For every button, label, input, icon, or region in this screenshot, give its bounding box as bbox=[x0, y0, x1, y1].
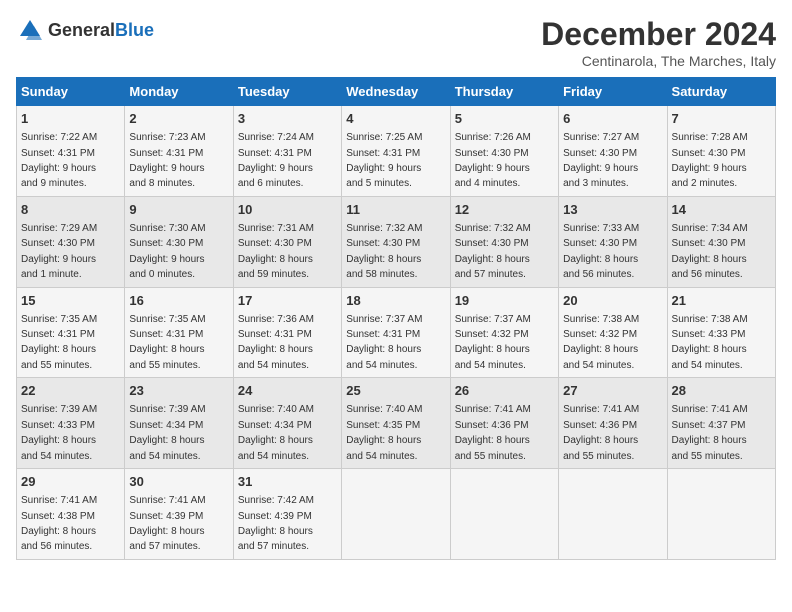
table-cell bbox=[559, 469, 667, 560]
table-cell: 7Sunrise: 7:28 AMSunset: 4:30 PMDaylight… bbox=[667, 106, 775, 197]
table-row: 29Sunrise: 7:41 AMSunset: 4:38 PMDayligh… bbox=[17, 469, 776, 560]
table-cell: 10Sunrise: 7:31 AMSunset: 4:30 PMDayligh… bbox=[233, 196, 341, 287]
table-cell: 9Sunrise: 7:30 AMSunset: 4:30 PMDaylight… bbox=[125, 196, 233, 287]
table-cell: 6Sunrise: 7:27 AMSunset: 4:30 PMDaylight… bbox=[559, 106, 667, 197]
table-cell: 17Sunrise: 7:36 AMSunset: 4:31 PMDayligh… bbox=[233, 287, 341, 378]
table-cell: 20Sunrise: 7:38 AMSunset: 4:32 PMDayligh… bbox=[559, 287, 667, 378]
table-cell: 3Sunrise: 7:24 AMSunset: 4:31 PMDaylight… bbox=[233, 106, 341, 197]
table-cell: 15Sunrise: 7:35 AMSunset: 4:31 PMDayligh… bbox=[17, 287, 125, 378]
table-cell: 18Sunrise: 7:37 AMSunset: 4:31 PMDayligh… bbox=[342, 287, 450, 378]
table-cell: 27Sunrise: 7:41 AMSunset: 4:36 PMDayligh… bbox=[559, 378, 667, 469]
table-row: 1Sunrise: 7:22 AMSunset: 4:31 PMDaylight… bbox=[17, 106, 776, 197]
logo-text-blue: Blue bbox=[115, 20, 154, 40]
table-cell: 31Sunrise: 7:42 AMSunset: 4:39 PMDayligh… bbox=[233, 469, 341, 560]
table-cell: 25Sunrise: 7:40 AMSunset: 4:35 PMDayligh… bbox=[342, 378, 450, 469]
table-cell: 21Sunrise: 7:38 AMSunset: 4:33 PMDayligh… bbox=[667, 287, 775, 378]
table-cell: 23Sunrise: 7:39 AMSunset: 4:34 PMDayligh… bbox=[125, 378, 233, 469]
logo-text-general: General bbox=[48, 20, 115, 40]
table-cell: 1Sunrise: 7:22 AMSunset: 4:31 PMDaylight… bbox=[17, 106, 125, 197]
table-cell: 24Sunrise: 7:40 AMSunset: 4:34 PMDayligh… bbox=[233, 378, 341, 469]
table-cell: 29Sunrise: 7:41 AMSunset: 4:38 PMDayligh… bbox=[17, 469, 125, 560]
page-header: GeneralBlue December 2024 Centinarola, T… bbox=[16, 16, 776, 69]
table-row: 8Sunrise: 7:29 AMSunset: 4:30 PMDaylight… bbox=[17, 196, 776, 287]
header-row: Sunday Monday Tuesday Wednesday Thursday… bbox=[17, 78, 776, 106]
table-row: 22Sunrise: 7:39 AMSunset: 4:33 PMDayligh… bbox=[17, 378, 776, 469]
table-cell: 22Sunrise: 7:39 AMSunset: 4:33 PMDayligh… bbox=[17, 378, 125, 469]
table-cell: 12Sunrise: 7:32 AMSunset: 4:30 PMDayligh… bbox=[450, 196, 558, 287]
col-tuesday: Tuesday bbox=[233, 78, 341, 106]
main-title: December 2024 bbox=[541, 16, 776, 53]
table-cell bbox=[667, 469, 775, 560]
table-cell: 2Sunrise: 7:23 AMSunset: 4:31 PMDaylight… bbox=[125, 106, 233, 197]
col-sunday: Sunday bbox=[17, 78, 125, 106]
table-cell: 30Sunrise: 7:41 AMSunset: 4:39 PMDayligh… bbox=[125, 469, 233, 560]
logo: GeneralBlue bbox=[16, 16, 154, 44]
table-cell: 28Sunrise: 7:41 AMSunset: 4:37 PMDayligh… bbox=[667, 378, 775, 469]
table-cell: 4Sunrise: 7:25 AMSunset: 4:31 PMDaylight… bbox=[342, 106, 450, 197]
logo-icon bbox=[16, 16, 44, 44]
col-wednesday: Wednesday bbox=[342, 78, 450, 106]
table-row: 15Sunrise: 7:35 AMSunset: 4:31 PMDayligh… bbox=[17, 287, 776, 378]
table-cell: 11Sunrise: 7:32 AMSunset: 4:30 PMDayligh… bbox=[342, 196, 450, 287]
calendar-table: Sunday Monday Tuesday Wednesday Thursday… bbox=[16, 77, 776, 560]
table-cell bbox=[342, 469, 450, 560]
table-cell: 19Sunrise: 7:37 AMSunset: 4:32 PMDayligh… bbox=[450, 287, 558, 378]
table-cell: 5Sunrise: 7:26 AMSunset: 4:30 PMDaylight… bbox=[450, 106, 558, 197]
subtitle: Centinarola, The Marches, Italy bbox=[541, 53, 776, 69]
col-saturday: Saturday bbox=[667, 78, 775, 106]
col-friday: Friday bbox=[559, 78, 667, 106]
table-cell bbox=[450, 469, 558, 560]
table-cell: 8Sunrise: 7:29 AMSunset: 4:30 PMDaylight… bbox=[17, 196, 125, 287]
table-cell: 26Sunrise: 7:41 AMSunset: 4:36 PMDayligh… bbox=[450, 378, 558, 469]
table-cell: 14Sunrise: 7:34 AMSunset: 4:30 PMDayligh… bbox=[667, 196, 775, 287]
col-monday: Monday bbox=[125, 78, 233, 106]
title-area: December 2024 Centinarola, The Marches, … bbox=[541, 16, 776, 69]
col-thursday: Thursday bbox=[450, 78, 558, 106]
table-cell: 16Sunrise: 7:35 AMSunset: 4:31 PMDayligh… bbox=[125, 287, 233, 378]
table-cell: 13Sunrise: 7:33 AMSunset: 4:30 PMDayligh… bbox=[559, 196, 667, 287]
